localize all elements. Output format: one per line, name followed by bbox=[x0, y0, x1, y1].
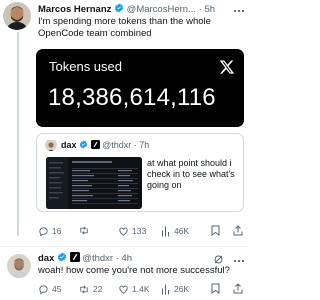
bookmark-button[interactable] bbox=[211, 225, 220, 236]
affiliate-badge-icon bbox=[69, 252, 80, 262]
share-icon bbox=[233, 283, 243, 294]
avatar[interactable] bbox=[3, 2, 31, 30]
reply-button[interactable]: 45 bbox=[38, 283, 61, 295]
tweet-time[interactable]: 5h bbox=[204, 4, 215, 15]
card-value: 18,386,614,116 bbox=[48, 84, 216, 111]
tweet-header: dax @thdxr · 4h bbox=[38, 252, 132, 265]
bookmark-button[interactable] bbox=[211, 283, 220, 294]
separator: · bbox=[133, 140, 137, 150]
separator: · bbox=[115, 253, 119, 264]
quote-time: 7h bbox=[139, 140, 150, 150]
quote-handle: @thdxr bbox=[102, 140, 132, 150]
views-button[interactable]: 46K bbox=[161, 225, 189, 237]
avatar[interactable] bbox=[7, 254, 31, 278]
like-button[interactable]: 1.4K bbox=[118, 283, 150, 295]
like-count: 133 bbox=[132, 226, 147, 236]
reply-icon bbox=[39, 284, 48, 294]
share-button[interactable] bbox=[233, 225, 243, 236]
thread-connector-line bbox=[17, 32, 19, 236]
tweet-actions: 45 22 1.4K 26K bbox=[38, 283, 246, 295]
views-icon bbox=[162, 226, 169, 236]
quoted-tweet[interactable]: dax @thdxr · 7h at what point should i c… bbox=[36, 133, 244, 212]
views-count: 46K bbox=[174, 226, 190, 236]
separator: · bbox=[198, 4, 202, 15]
quote-text: at what point should i check in to see w… bbox=[147, 158, 235, 190]
reply-button[interactable]: 16 bbox=[38, 225, 61, 237]
bookmark-icon bbox=[211, 225, 220, 236]
verified-badge-icon bbox=[114, 3, 124, 13]
retweet-button[interactable]: 22 bbox=[78, 283, 102, 295]
tweet-actions: 16 133 46K bbox=[38, 225, 246, 237]
quote-header: dax @thdxr · 7h bbox=[61, 139, 149, 151]
like-count: 1.4K bbox=[132, 284, 150, 294]
retweet-count: 22 bbox=[93, 284, 103, 294]
affiliate-badge-icon bbox=[90, 140, 100, 149]
quote-avatar bbox=[45, 139, 57, 151]
more-options-icon[interactable] bbox=[232, 253, 246, 263]
views-button[interactable]: 26K bbox=[161, 283, 189, 295]
quote-screenshot-thumbnail[interactable] bbox=[46, 157, 142, 209]
author-handle[interactable]: @MarcosHern... bbox=[127, 4, 196, 15]
bookmark-icon bbox=[211, 283, 220, 294]
verified-badge-icon bbox=[57, 252, 67, 262]
views-count: 26K bbox=[174, 284, 190, 294]
like-button[interactable]: 133 bbox=[118, 225, 146, 237]
card-title: Tokens used bbox=[49, 59, 122, 74]
tweet-text: woah! how come you're not more successfu… bbox=[38, 265, 230, 276]
tweet-text: I'm spending more tokens than the whole … bbox=[38, 16, 211, 39]
share-icon bbox=[233, 225, 243, 236]
grok-icon[interactable] bbox=[213, 252, 224, 264]
tweet-divider bbox=[0, 246, 249, 247]
retweet-icon bbox=[80, 226, 88, 235]
like-icon bbox=[119, 285, 128, 294]
quote-author-name: dax bbox=[61, 140, 77, 150]
reply-count: 45 bbox=[52, 284, 62, 294]
tweet-header: Marcos Hernanz @MarcosHern... · 5h bbox=[38, 3, 215, 16]
reply-icon bbox=[39, 226, 48, 236]
tokens-used-image[interactable]: Tokens used 18,386,614,116 bbox=[36, 49, 244, 127]
retweet-button[interactable] bbox=[78, 225, 93, 236]
author-name[interactable]: dax bbox=[38, 253, 54, 264]
more-options-icon[interactable] bbox=[232, 3, 246, 13]
retweet-icon bbox=[80, 285, 88, 293]
share-button[interactable] bbox=[233, 283, 243, 294]
x-logo-icon bbox=[219, 60, 235, 74]
author-name[interactable]: Marcos Hernanz bbox=[38, 4, 111, 15]
like-icon bbox=[119, 227, 128, 236]
views-icon bbox=[162, 284, 169, 294]
reply-count: 16 bbox=[52, 226, 62, 236]
tweet-time[interactable]: 4h bbox=[122, 253, 133, 264]
author-handle[interactable]: @thdxr bbox=[82, 253, 113, 264]
verified-badge-icon bbox=[79, 140, 88, 149]
